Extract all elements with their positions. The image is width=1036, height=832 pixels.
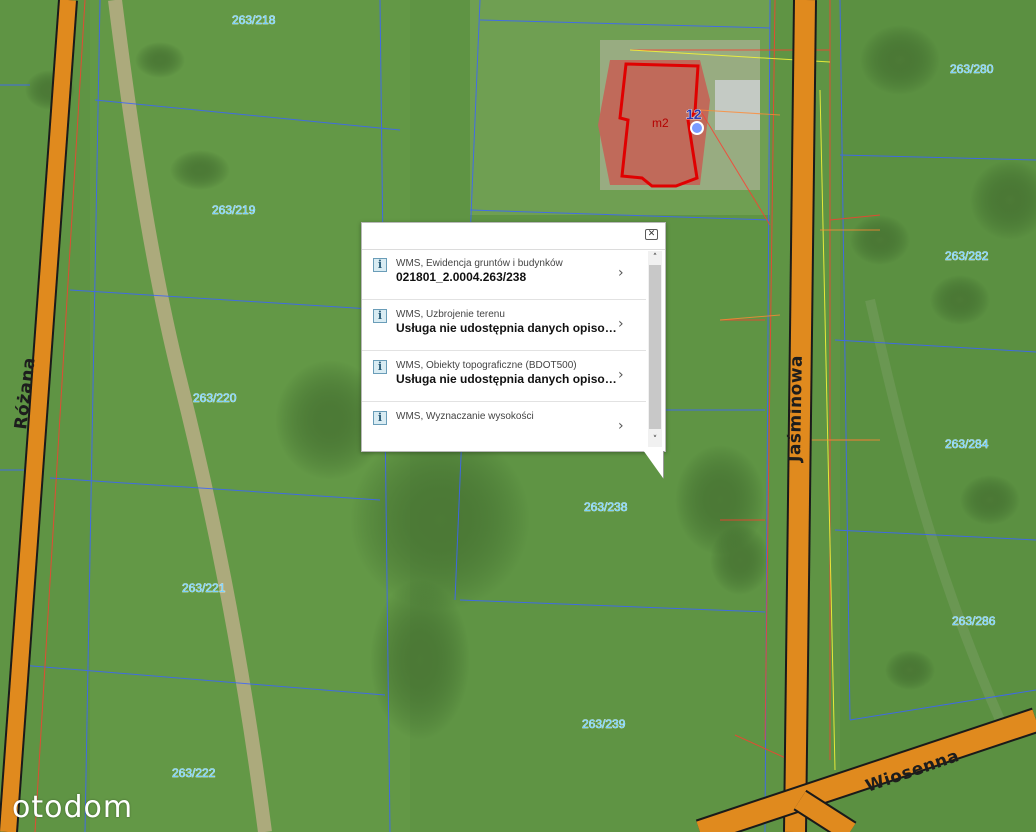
brand-logo: otodom [12,790,134,825]
info-icon: i [373,411,387,425]
parcel-label: 263/284 [945,437,989,451]
result-layer-title: WMS, Ewidencja gruntów i budynków [396,258,563,269]
result-value: Usługa nie udostępnia danych opisowych [396,321,618,335]
chevron-right-icon[interactable]: › [618,316,624,332]
chevron-right-icon[interactable]: › [618,418,624,434]
result-item[interactable]: i WMS, Ewidencja gruntów i budynków 0218… [362,249,646,300]
parcel-label: 263/220 [193,391,237,405]
info-icon: i [373,309,387,323]
result-item[interactable]: i WMS, Obiekty topograficzne (BDOT500) U… [362,351,646,402]
parcel-label: 263/238 [584,500,628,514]
popup-scrollbar[interactable]: ˄ ˅ [648,251,662,447]
popup-header: ✕ [362,223,665,250]
result-layer-title: WMS, Wyznaczanie wysokości [396,411,534,422]
parcel-label: 263/219 [212,203,256,217]
parcel-label: 263/239 [582,717,626,731]
address-number: 12 [686,106,702,122]
popup-result-list: i WMS, Ewidencja gruntów i budynków 0218… [362,249,646,453]
info-icon: i [373,360,387,374]
result-value: 021801_2.0004.263/238 [396,270,527,284]
parcel-label: 263/286 [952,614,996,628]
address-point-marker[interactable] [690,121,704,135]
building-label: m2 [652,116,669,130]
parcel-label: 263/280 [950,62,994,76]
parcel-label: 263/282 [945,249,989,263]
popup-pointer [643,450,663,478]
parcel-label: 263/221 [182,581,226,595]
result-value: Usługa nie udostępnia danych opisowych [396,372,618,386]
result-item[interactable]: i WMS, Uzbrojenie terenu Usługa nie udos… [362,300,646,351]
chevron-up-icon[interactable]: ˄ [648,251,662,265]
chevron-right-icon[interactable]: › [618,265,624,281]
chevron-right-icon[interactable]: › [618,367,624,383]
feature-info-popup: ✕ i WMS, Ewidencja gruntów i budynków 02… [361,222,666,452]
chevron-down-icon[interactable]: ˅ [648,433,662,447]
parcel-label: 263/222 [172,766,216,780]
close-icon[interactable]: ✕ [645,229,658,240]
scrollbar-thumb[interactable] [649,265,661,429]
parcel-label: 263/218 [232,13,276,27]
info-icon: i [373,258,387,272]
result-layer-title: WMS, Uzbrojenie terenu [396,309,505,320]
result-item[interactable]: i WMS, Wyznaczanie wysokości › [362,402,646,453]
result-layer-title: WMS, Obiekty topograficzne (BDOT500) [396,360,577,371]
street-label-jasminowa: Jaśminowa [785,355,807,463]
